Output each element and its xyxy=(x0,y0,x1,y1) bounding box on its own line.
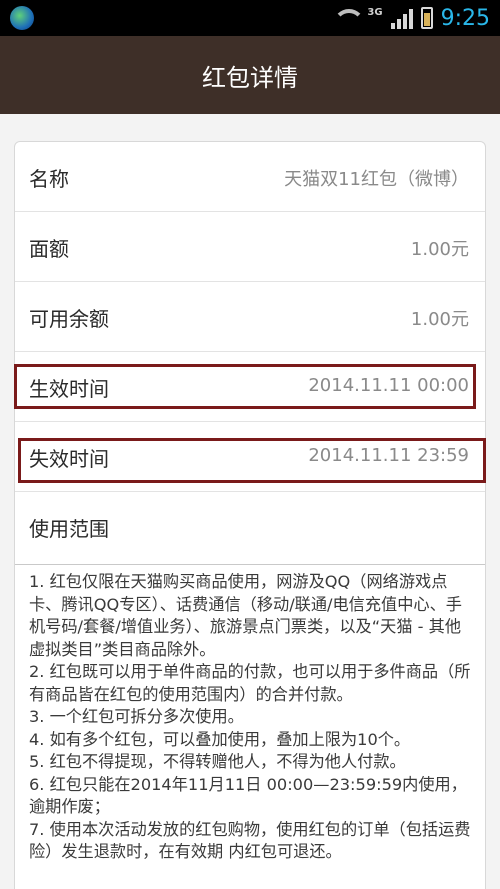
row-label: 使用范围 xyxy=(29,517,109,541)
redpacket-detail-card: 名称 天猫双11红包（微博） 面额 1.00元 可用余额 1.00元 生效时间 … xyxy=(14,141,486,889)
row-usage-scope: 使用范围 xyxy=(15,492,485,562)
row-name: 名称 天猫双11红包（微博） xyxy=(15,142,485,212)
row-value: 1.00元 xyxy=(410,239,469,260)
battery-icon xyxy=(420,7,433,29)
wifi-icon xyxy=(331,7,366,29)
scope-rule: 3. 一个红包可拆分多次使用。 xyxy=(29,707,244,726)
end-time-highlight-box xyxy=(18,438,486,483)
row-denomination: 面额 1.00元 xyxy=(15,212,485,282)
status-icons: 3G 9:25 xyxy=(331,0,490,36)
app-notification-icon xyxy=(10,6,34,30)
page-title: 红包详情 xyxy=(202,63,298,92)
status-bar: 3G 9:25 xyxy=(0,0,500,36)
row-label: 面额 xyxy=(29,237,69,261)
usage-scope-description: 1. 红包仅限在天猫购买商品使用，网游及QQ（网络游戏点卡、腾讯QQ专区）、话费… xyxy=(15,564,485,889)
start-time-highlight-box xyxy=(14,364,476,409)
row-label: 名称 xyxy=(29,167,69,191)
network-type-label: 3G xyxy=(367,6,383,18)
signal-strength-icon xyxy=(390,7,413,29)
title-bar: 红包详情 xyxy=(0,36,500,114)
scope-rule: 6. 红包只能在2014年11月11日 00:00—23:59:59内使用，逾期… xyxy=(29,774,467,817)
scope-rule: 2. 红包既可以用于单件商品的付款，也可以用于多件商品（所有商品皆在红包的使用范… xyxy=(29,662,471,704)
row-value: 1.00元 xyxy=(410,309,469,330)
scope-rule: 4. 如有多个红包，可以叠加使用，叠加上限为10个。 xyxy=(29,729,411,749)
row-label: 可用余额 xyxy=(29,307,109,331)
scope-rule: 7. 使用本次活动发放的红包购物，使用红包的订单（包括运费险）发生退款时，在有效… xyxy=(29,819,471,862)
scope-rule: 1. 红包仅限在天猫购买商品使用，网游及QQ（网络游戏点卡、腾讯QQ专区）、话费… xyxy=(29,572,462,659)
row-available-balance: 可用余额 1.00元 xyxy=(15,282,485,352)
status-time: 9:25 xyxy=(440,5,490,31)
row-value: 天猫双11红包（微博） xyxy=(284,169,469,190)
scope-rule: 5. 红包不得提现，不得转赠他人，不得为他人付款。 xyxy=(29,752,406,771)
